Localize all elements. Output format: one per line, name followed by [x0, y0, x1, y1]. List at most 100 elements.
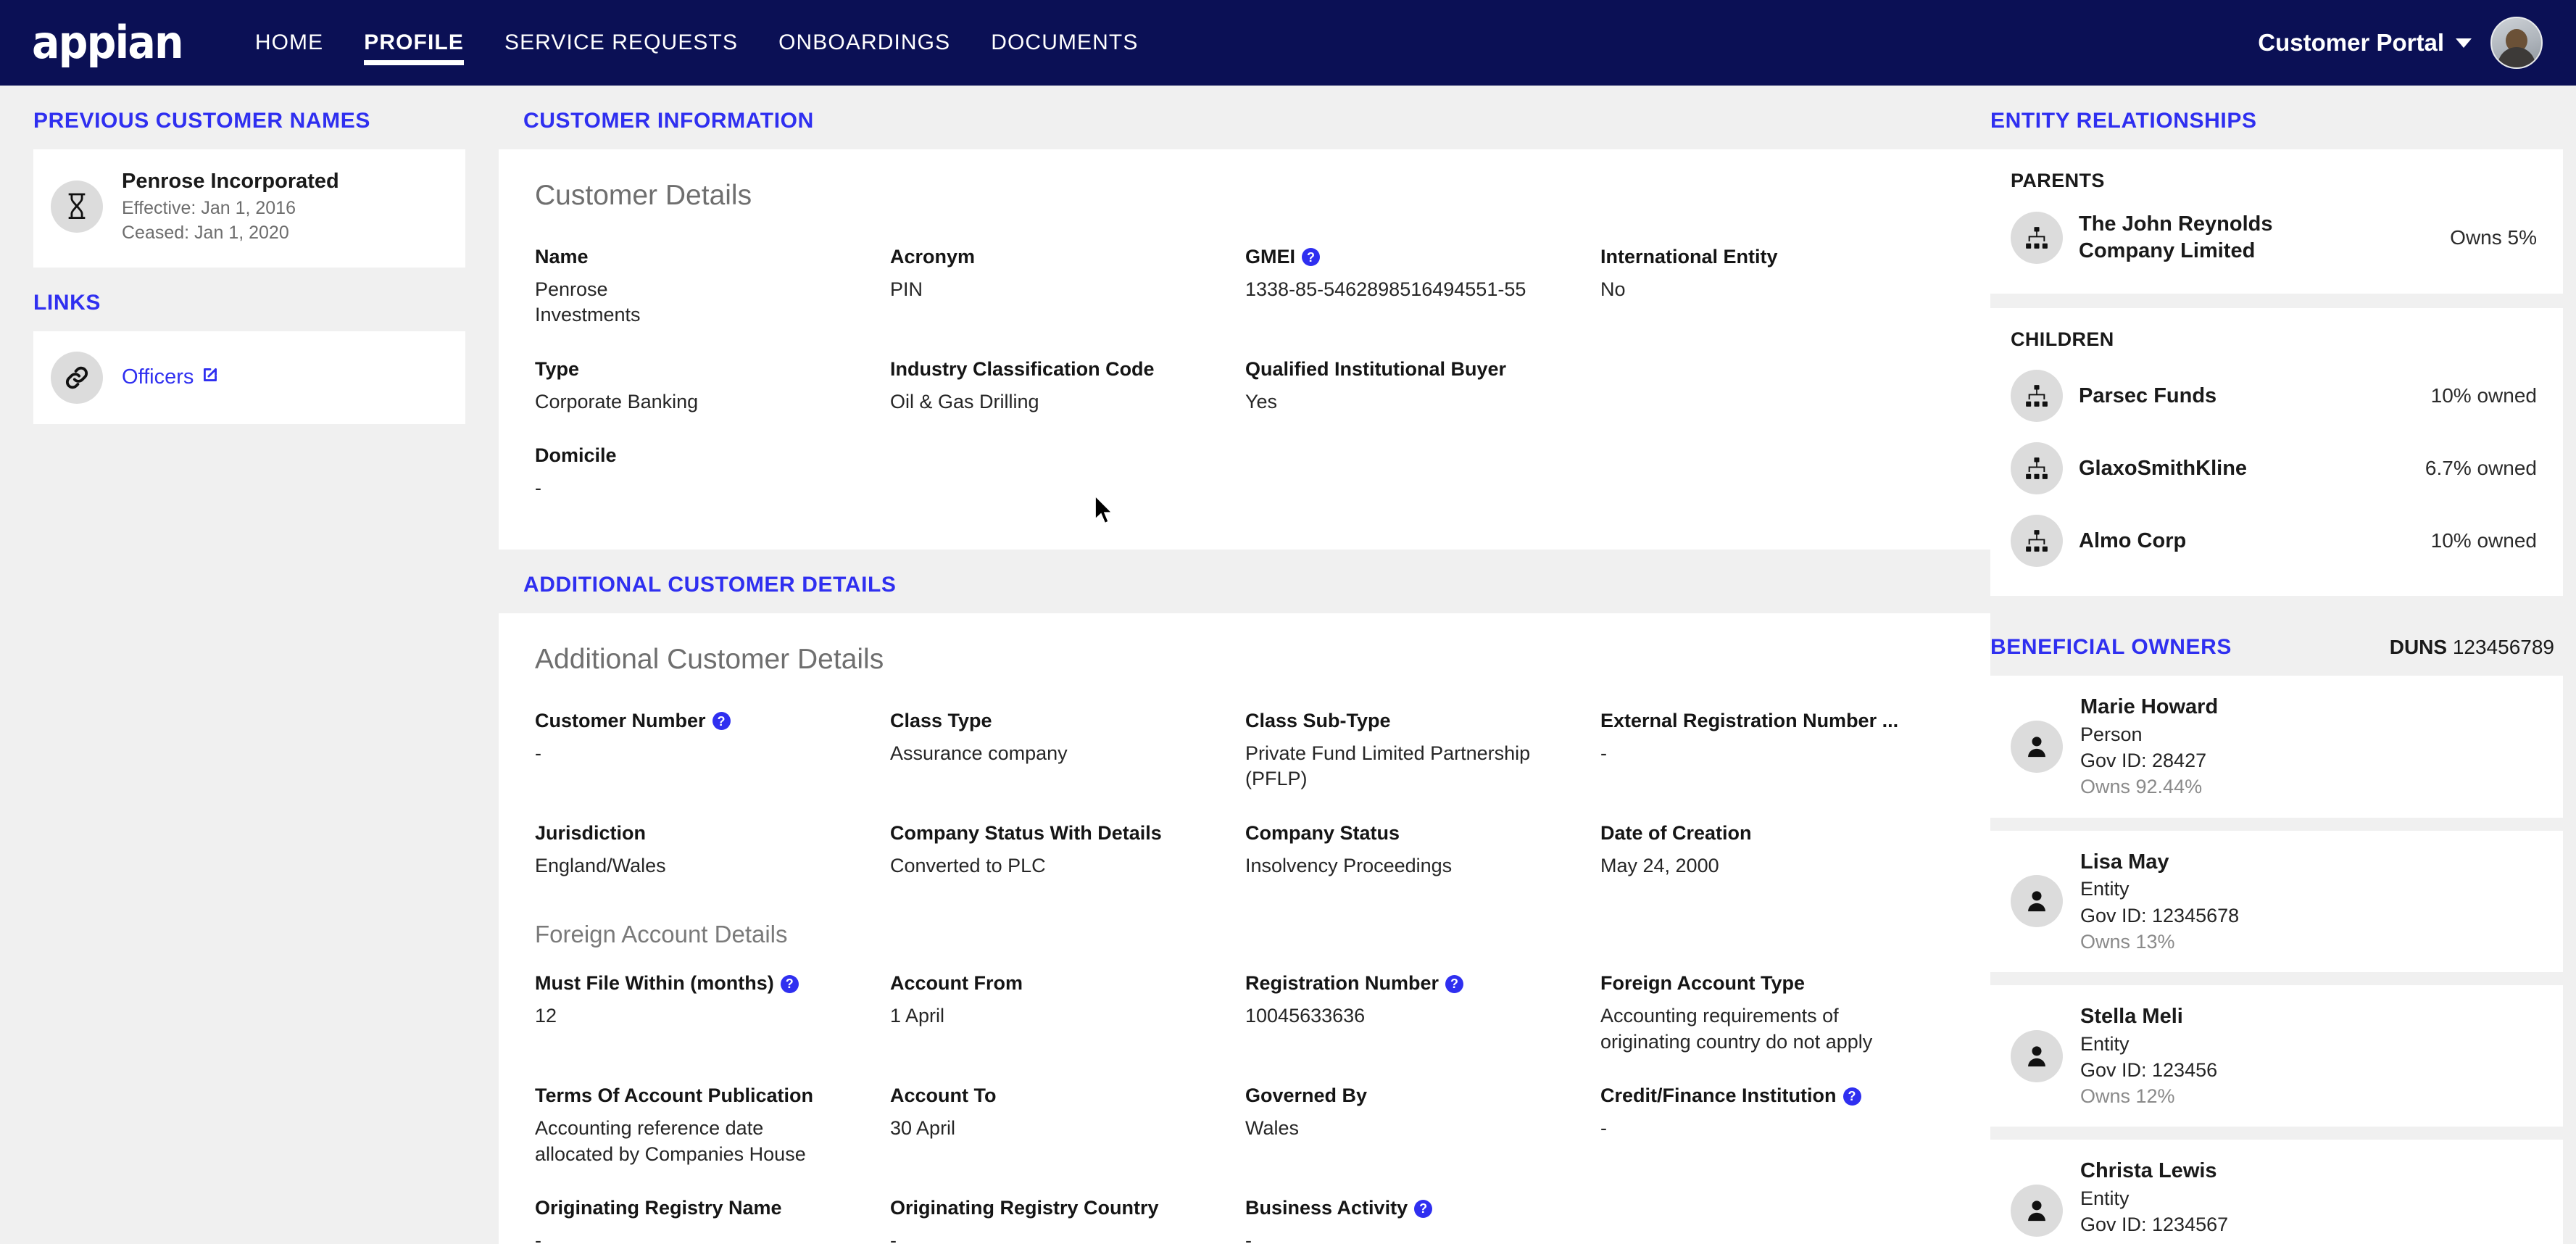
- nav-item-onboardings[interactable]: ONBOARDINGS: [758, 0, 971, 86]
- nav-item-service-requests[interactable]: SERVICE REQUESTS: [484, 0, 758, 86]
- field-value: Converted to PLC: [890, 854, 1046, 876]
- help-icon[interactable]: ?: [712, 712, 731, 731]
- field-business-activity: Business Activity? -: [1245, 1185, 1600, 1244]
- field-originating-registry-name: Originating Registry Name -: [535, 1185, 890, 1244]
- child-ownership: 6.7% owned: [2425, 457, 2537, 480]
- beneficial-owner-gov-id: Gov ID: 28427: [2080, 750, 2207, 772]
- field-company-status: Company Status Insolvency Proceedings: [1245, 810, 1600, 896]
- org-chart-icon: [2011, 442, 2063, 495]
- beneficial-owner-text: Lisa May Entity Gov ID: 12345678 Owns 13…: [2080, 848, 2239, 955]
- customer-details-grid: Name Penrose Investments Acronym PIN GME…: [535, 233, 1954, 519]
- field-label: Terms Of Account Publication: [535, 1085, 814, 1107]
- field-label: Account From: [890, 972, 1023, 995]
- beneficial-owner-ownership: Owns 12%: [2080, 1085, 2175, 1108]
- previous-customer-name-card[interactable]: Penrose Incorporated Effective: Jan 1, 2…: [33, 149, 465, 268]
- field-value: Yes: [1245, 390, 1278, 412]
- field-label: Registration Number: [1245, 972, 1439, 995]
- beneficial-owner-name: Lisa May: [2080, 850, 2169, 874]
- field-value: PIN: [890, 278, 923, 300]
- field-value: -: [1600, 1116, 1607, 1139]
- nav-item-home[interactable]: HOME: [235, 0, 344, 86]
- field-governed-by: Governed By Wales: [1245, 1072, 1600, 1185]
- beneficial-owner-card[interactable]: Lisa May Entity Gov ID: 12345678 Owns 13…: [1990, 830, 2563, 972]
- link-icon: [51, 351, 103, 404]
- officers-link[interactable]: Officers: [122, 365, 220, 390]
- field-value: No: [1600, 278, 1626, 300]
- beneficial-owner-ownership: Owns 14%: [2080, 1238, 2228, 1244]
- field-name: Name Penrose Investments: [535, 233, 890, 346]
- field-industry-classification-code: Industry Classification Code Oil & Gas D…: [890, 346, 1245, 432]
- child-row[interactable]: Parsec Funds 10% owned: [2011, 360, 2543, 432]
- field-label: Type: [535, 358, 580, 380]
- nav-item-profile[interactable]: PROFILE: [344, 0, 484, 86]
- customer-information-heading: CUSTOMER INFORMATION: [523, 109, 814, 133]
- field-class-type: Class Type Assurance company: [890, 697, 1245, 810]
- beneficial-owner-name: Christa Lewis: [2080, 1159, 2217, 1183]
- child-name: GlaxoSmithKline: [2079, 456, 2248, 480]
- beneficial-owner-ownership: Owns 13%: [2080, 930, 2175, 953]
- field-value: -: [535, 742, 541, 764]
- beneficial-owner-ownership: Owns 92.44%: [2080, 776, 2203, 798]
- duns-badge: DUNS 123456789: [2390, 636, 2563, 659]
- field-label: Business Activity: [1245, 1197, 1408, 1219]
- officers-link-label: Officers: [122, 365, 194, 389]
- field-label: GMEI: [1245, 246, 1296, 268]
- beneficial-owner-card[interactable]: Christa Lewis Entity Gov ID: 1234567 Own…: [1990, 1140, 2563, 1244]
- previous-customer-name: Penrose Incorporated: [122, 170, 339, 193]
- field-credit-finance-institution: Credit/Finance Institution? -: [1600, 1072, 1954, 1185]
- field-value: Corporate Banking: [535, 390, 699, 412]
- parent-row[interactable]: The John Reynolds Company Limited Owns 5…: [2011, 201, 2543, 275]
- child-ownership: 10% owned: [2430, 384, 2537, 407]
- beneficial-owner-card[interactable]: Marie Howard Person Gov ID: 28427 Owns 9…: [1990, 676, 2563, 818]
- field-label: Class Sub-Type: [1245, 709, 1391, 731]
- help-icon[interactable]: ?: [1414, 1199, 1433, 1218]
- field-account-to: Account To 30 April: [890, 1072, 1245, 1185]
- field-label: Qualified Institutional Buyer: [1245, 358, 1507, 380]
- org-chart-icon: [2011, 370, 2063, 423]
- duns-value: 123456789: [2452, 636, 2554, 659]
- field-label: Industry Classification Code: [890, 358, 1155, 380]
- help-icon[interactable]: ?: [1842, 1087, 1861, 1106]
- field-value: 10045633636: [1245, 1004, 1366, 1027]
- beneficial-owner-gov-id: Gov ID: 12345678: [2080, 904, 2240, 926]
- child-ownership: 10% owned: [2430, 529, 2537, 552]
- primary-nav: HOME PROFILE SERVICE REQUESTS ONBOARDING…: [235, 0, 1159, 86]
- user-avatar[interactable]: [2490, 17, 2543, 69]
- additional-details-grid: Customer Number? - Class Type Assurance …: [535, 697, 1954, 896]
- portal-switcher[interactable]: Customer Portal: [2258, 29, 2472, 57]
- child-row[interactable]: Almo Corp 10% owned: [2011, 505, 2543, 577]
- child-row[interactable]: GlaxoSmithKline 6.7% owned: [2011, 432, 2543, 505]
- help-icon[interactable]: ?: [780, 974, 799, 993]
- links-card[interactable]: Officers: [33, 331, 465, 424]
- previous-customer-name-text: Penrose Incorporated Effective: Jan 1, 2…: [122, 168, 339, 246]
- field-empty-2: [1600, 1185, 1954, 1244]
- field-account-from: Account From 1 April: [890, 960, 1245, 1072]
- field-value: -: [890, 1229, 897, 1244]
- field-international-entity: International Entity No: [1600, 233, 1954, 346]
- beneficial-owner-type: Person: [2080, 723, 2143, 746]
- main-content: CUSTOMER INFORMATION Customer Details Na…: [499, 86, 1990, 1244]
- field-label: Originating Registry Name: [535, 1197, 782, 1219]
- person-icon: [2011, 720, 2063, 773]
- nav-item-documents[interactable]: DOCUMENTS: [971, 0, 1158, 86]
- person-icon: [2011, 1185, 2063, 1237]
- child-name: Almo Corp: [2079, 528, 2187, 552]
- children-card: CHILDREN Parsec Funds 10% owned GlaxoSmi…: [1990, 308, 2563, 597]
- field-qualified-institutional-buyer: Qualified Institutional Buyer Yes: [1245, 346, 1600, 432]
- additional-customer-details-title: Additional Customer Details: [535, 643, 884, 675]
- beneficial-owner-text: Stella Meli Entity Gov ID: 123456 Owns 1…: [2080, 1003, 2217, 1109]
- field-terms-of-account-publication: Terms Of Account Publication Accounting …: [535, 1072, 890, 1185]
- field-label: Name: [535, 246, 589, 268]
- appian-logo[interactable]: appian: [32, 20, 184, 65]
- field-acronym: Acronym PIN: [890, 233, 1245, 346]
- field-value: 30 April: [890, 1116, 956, 1139]
- org-chart-icon: [2011, 212, 2063, 265]
- help-icon[interactable]: ?: [1445, 974, 1464, 993]
- help-icon[interactable]: ?: [1302, 248, 1321, 267]
- field-value: Wales: [1245, 1116, 1300, 1139]
- field-date-of-creation: Date of Creation May 24, 2000: [1600, 810, 1954, 896]
- beneficial-owner-card[interactable]: Stella Meli Entity Gov ID: 123456 Owns 1…: [1990, 984, 2563, 1127]
- field-label: International Entity: [1600, 246, 1778, 268]
- previous-customer-ceased: Ceased: Jan 1, 2020: [122, 223, 289, 244]
- additional-customer-details-heading: ADDITIONAL CUSTOMER DETAILS: [523, 572, 897, 597]
